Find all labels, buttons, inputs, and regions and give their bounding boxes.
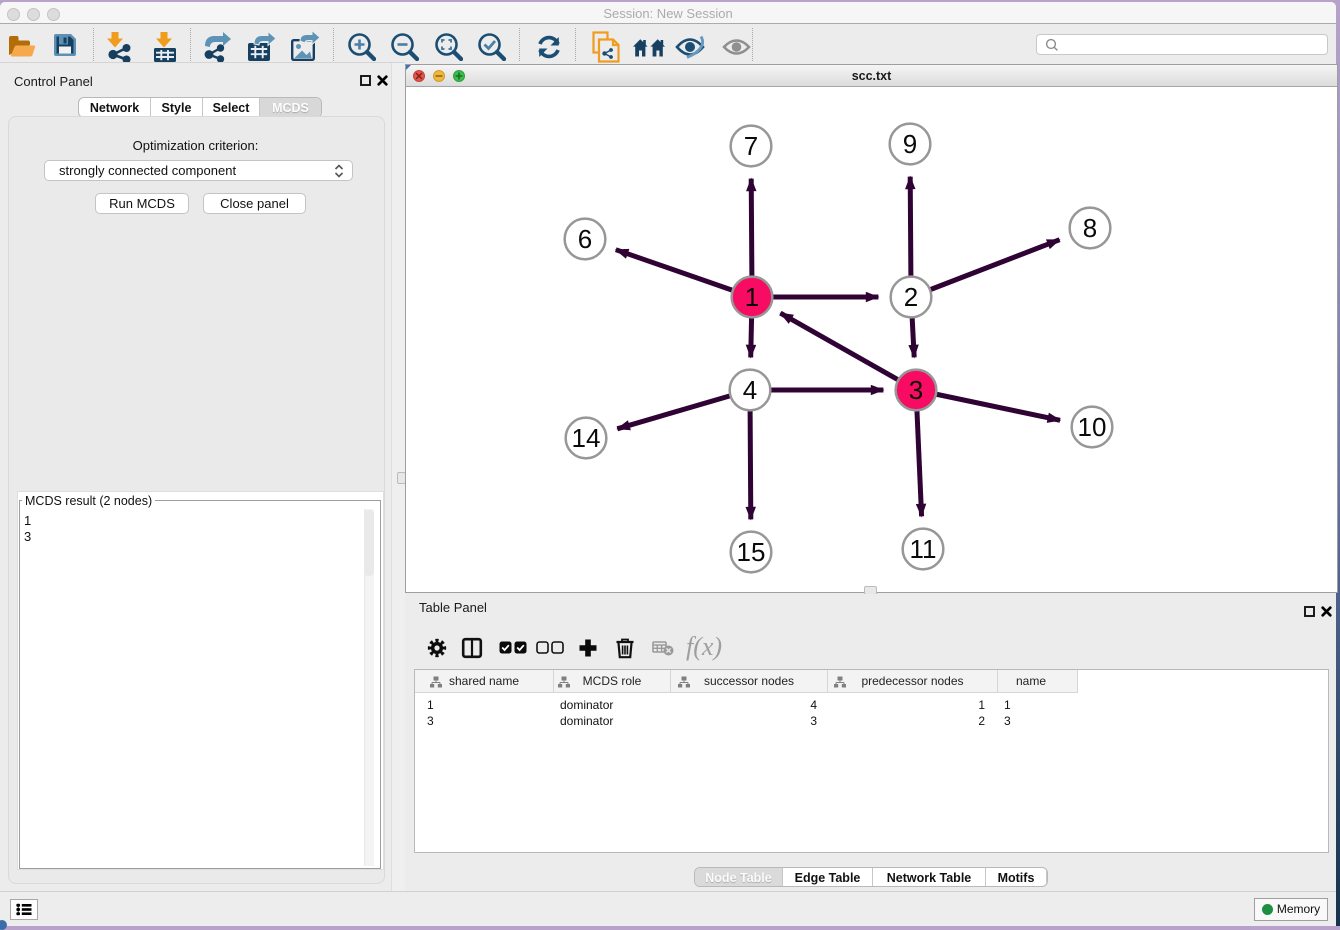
svg-text:7: 7 [744,131,758,161]
svg-text:6: 6 [578,224,592,254]
svg-text:14: 14 [572,423,601,453]
svg-text:9: 9 [903,129,917,159]
svg-text:10: 10 [1078,412,1107,442]
svg-text:11: 11 [910,534,937,564]
svg-text:1: 1 [745,282,759,312]
svg-text:3: 3 [909,375,923,405]
svg-text:8: 8 [1083,213,1097,243]
svg-text:15: 15 [737,537,766,567]
svg-text:2: 2 [904,282,918,312]
svg-text:4: 4 [743,375,757,405]
